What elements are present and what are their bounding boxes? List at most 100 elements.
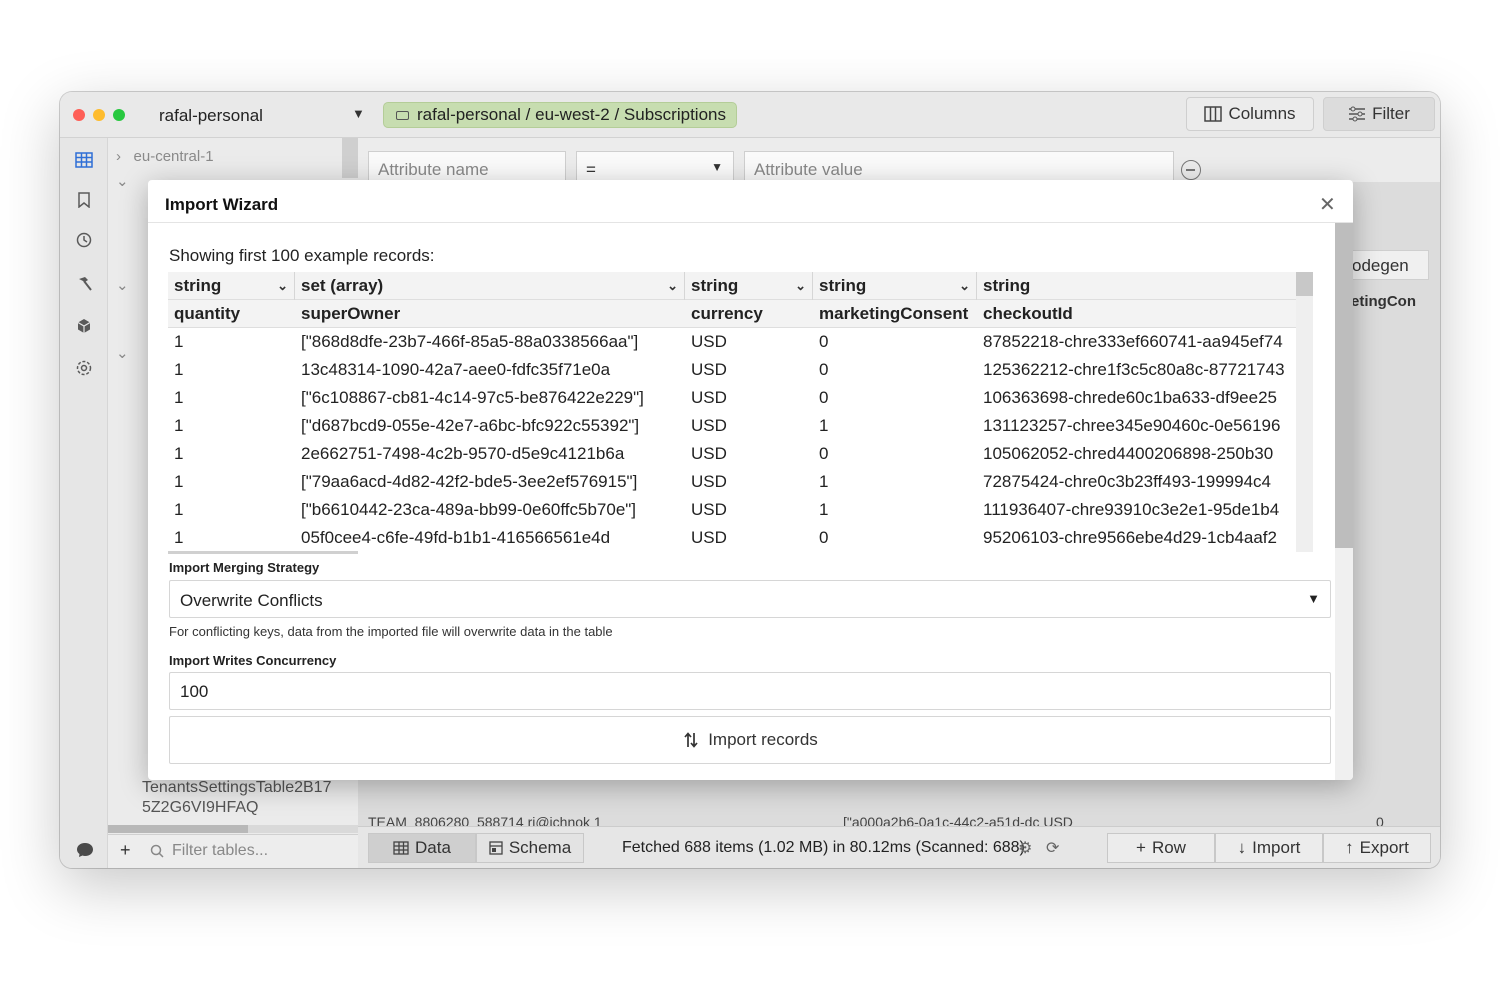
filter-label: Filter (1372, 104, 1410, 123)
bookmark-icon[interactable] (74, 190, 94, 210)
dialog-scrollbar[interactable] (1335, 223, 1353, 780)
import-records-button[interactable]: Import records (169, 716, 1331, 764)
type-select[interactable]: set (array) ⌄ (295, 272, 685, 300)
sidebar-scrollbar[interactable] (342, 138, 358, 178)
table-cell: 125362212-chre1f3c5c80a8c-87721743 (983, 360, 1285, 379)
table-cell: 111936407-chre93910c3e2e1-95de1b4 (983, 500, 1280, 519)
title-bar: rafal-personal ▼ rafal-personal / eu-wes… (60, 92, 1440, 138)
attribute-name-input[interactable]: Attribute name (368, 151, 566, 181)
concurrency-label: Import Writes Concurrency (169, 653, 337, 668)
import-button[interactable]: ↓ Import (1215, 833, 1323, 863)
columns-label: Columns (1228, 104, 1296, 123)
chevron-down-icon[interactable]: ⌄ (116, 172, 129, 190)
profile-selector[interactable]: rafal-personal (159, 106, 263, 126)
table-cell: 72875424-chre0c3b23ff493-199994c4 (983, 472, 1271, 491)
type-select[interactable]: string ⌄ (168, 272, 295, 300)
table-cell: 1 (174, 444, 184, 463)
table-cell: 106363698-chrede60c1ba633-df9ee25 (983, 388, 1277, 407)
minimize-window-button[interactable] (93, 109, 105, 121)
export-label: Export (1359, 838, 1409, 857)
preview-table: string ⌄ set (array) ⌄ string ⌄ string ⌄ str… (168, 272, 1313, 552)
close-window-button[interactable] (73, 109, 85, 121)
filter-button[interactable]: Filter (1323, 97, 1435, 131)
chat-icon[interactable] (76, 842, 94, 863)
history-icon[interactable] (74, 230, 94, 250)
dialog-header: Import Wizard ✕ (148, 180, 1353, 223)
operator-select[interactable]: = ▼ (576, 151, 734, 181)
region-row[interactable]: › eu-central-1 (116, 148, 214, 165)
add-row-button[interactable]: + Row (1107, 833, 1215, 863)
chevron-down-icon: ⌄ (959, 278, 970, 293)
package-icon[interactable] (74, 316, 94, 336)
table-cell: ["6c108867-cb81-4c14-97c5-be876422e229"] (301, 388, 644, 407)
table-cell: 0 (819, 444, 829, 463)
concurrency-input[interactable]: 100 (169, 672, 1331, 710)
columns-icon (1204, 106, 1223, 122)
table-name-line: TenantsSettingsTable2B17 (142, 779, 332, 796)
filter-tables-input[interactable]: Filter tables... (150, 842, 268, 860)
table-cell: 1 (819, 500, 829, 519)
export-button[interactable]: ↑ Export (1323, 833, 1431, 863)
import-arrows-icon (684, 732, 698, 748)
column-header: marketingConsent (819, 304, 969, 323)
add-table-button[interactable]: + (120, 840, 131, 861)
type-select[interactable]: string (977, 272, 1298, 300)
columns-button[interactable]: Columns (1186, 97, 1314, 131)
attribute-value-input[interactable]: Attribute value (744, 151, 1174, 181)
sidebar-table-item[interactable]: TenantsSettingsTable2B17 5Z2G6VI9HFAQ (142, 778, 352, 818)
table-row: 1 2e662751-7498-4c2b-9570-d5e9c4121b6a USD… (168, 440, 1298, 468)
sliders-icon (1349, 106, 1366, 122)
remove-filter-icon[interactable] (1181, 160, 1201, 180)
table-cell: 1 (174, 416, 184, 435)
table-icon (393, 841, 409, 855)
plus-icon: + (1136, 838, 1146, 857)
settings-gear-icon[interactable]: ⚙ (1018, 838, 1032, 858)
hammer-icon[interactable] (74, 274, 94, 294)
table-cell: 131123257-chree345e90460c-0e56196 (983, 416, 1281, 435)
search-icon (150, 844, 164, 858)
preview-table-scrollbar[interactable] (1296, 272, 1313, 552)
maximize-window-button[interactable] (113, 109, 125, 121)
type-select[interactable]: string ⌄ (685, 272, 813, 300)
tab-data[interactable]: Data (368, 833, 476, 863)
import-records-label: Import records (708, 730, 818, 749)
column-header: checkoutId (983, 304, 1073, 323)
table-row: 1 13c48314-1090-42a7-aee0-fdfc35f71e0a USD… (168, 356, 1298, 384)
column-header: currency (691, 304, 763, 323)
sidebar-horizontal-scrollbar[interactable] (108, 825, 358, 833)
table-cell: ["b6610442-23ca-489a-bb99-0e60ffc5b70e"] (301, 500, 637, 519)
chevron-down-icon: ⌄ (795, 278, 806, 293)
chevron-down-icon[interactable]: ▼ (352, 106, 365, 121)
breadcrumb-text: rafal-personal / eu-west-2 / Subscriptio… (417, 105, 726, 124)
table-cell: USD (691, 416, 727, 435)
tables-icon[interactable] (74, 150, 94, 170)
refresh-icon[interactable]: ⟳ (1046, 838, 1059, 858)
preview-table-horizontal-scrollbar[interactable] (168, 551, 358, 554)
chevron-down-icon[interactable]: ⌄ (116, 344, 129, 362)
table-cell: 1 (174, 360, 184, 379)
tab-schema[interactable]: Schema (476, 833, 584, 863)
table-cell: 105062052-chred4400206898-250b30 (983, 444, 1274, 463)
table-cell: 0 (819, 528, 829, 547)
table-cell: USD (691, 444, 727, 463)
settings-gear-icon[interactable] (74, 358, 94, 378)
dialog-title: Import Wizard (165, 195, 279, 214)
codegen-button[interactable]: odegen (1343, 250, 1429, 280)
merge-strategy-value: Overwrite Conflicts (180, 591, 323, 610)
table-row: 1 ["6c108867-cb81-4c14-97c5-be876422e229"… (168, 384, 1298, 412)
chevron-down-icon: ▼ (1307, 591, 1320, 606)
sidebar-footer: + Filter tables... (108, 834, 358, 868)
import-wizard-dialog: Import Wizard ✕ Showing first 100 exampl… (148, 180, 1353, 780)
table-row: 1 05f0cee4-c6fe-49fd-b1b1-416566561e4d USD… (168, 524, 1298, 552)
tab-schema-label: Schema (508, 838, 572, 857)
table-breadcrumb[interactable]: rafal-personal / eu-west-2 / Subscriptio… (383, 102, 737, 128)
table-cell: 1 (174, 388, 184, 407)
chevron-down-icon[interactable]: ⌄ (116, 276, 129, 294)
merge-strategy-select[interactable]: Overwrite Conflicts ▼ (169, 580, 1331, 618)
close-icon[interactable]: ✕ (1319, 192, 1336, 217)
table-cell: 2e662751-7498-4c2b-9570-d5e9c4121b6a (301, 444, 625, 463)
type-select[interactable]: string ⌄ (813, 272, 977, 300)
table-cell: USD (691, 360, 727, 379)
filter-bar: Attribute name = ▼ Attribute value (358, 138, 1440, 182)
table-cell: USD (691, 472, 727, 491)
